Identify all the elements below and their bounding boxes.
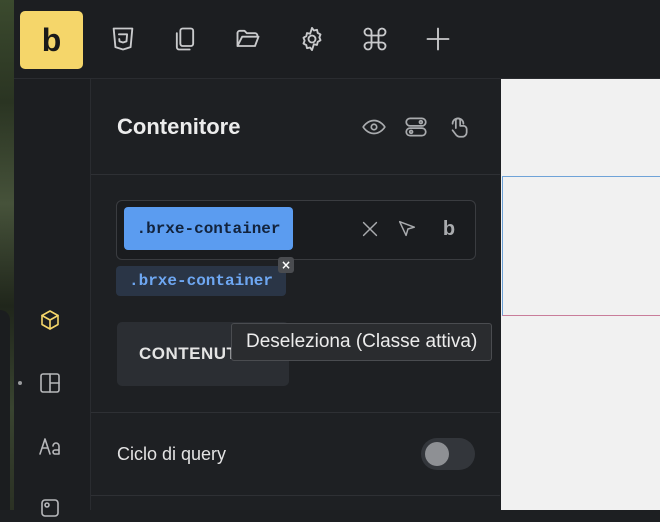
builder-logo-button[interactable]: b xyxy=(20,11,83,69)
cube-icon[interactable] xyxy=(36,306,64,334)
typography-icon[interactable] xyxy=(36,432,64,460)
layout-icon[interactable] xyxy=(36,369,64,397)
tooltip: Deseleziona (Classe attiva) xyxy=(231,323,493,361)
query-loop-label: Ciclo di query xyxy=(117,444,227,464)
close-icon[interactable] xyxy=(357,215,383,243)
eye-icon[interactable] xyxy=(359,112,389,142)
remove-class-icon[interactable]: × xyxy=(278,257,294,273)
touch-icon[interactable] xyxy=(443,112,473,142)
applied-class-chip[interactable]: .brxe-container xyxy=(116,266,286,296)
bricks-logo-icon[interactable]: b xyxy=(436,215,462,243)
css3-icon[interactable] xyxy=(106,22,140,56)
plus-icon[interactable] xyxy=(421,22,455,56)
active-indicator-dot xyxy=(18,381,22,385)
section-divider xyxy=(91,412,500,413)
selected-element-outline[interactable] xyxy=(502,176,660,316)
folder-icon[interactable] xyxy=(231,22,265,56)
toggle-settings-icon[interactable] xyxy=(401,112,431,142)
command-icon[interactable] xyxy=(358,22,392,56)
panel-title: Contenitore xyxy=(117,114,241,139)
toggle-knob xyxy=(425,442,449,466)
cursor-icon[interactable] xyxy=(394,215,420,243)
panel-divider xyxy=(91,174,500,175)
section-divider-bottom xyxy=(91,495,500,496)
copy-icon[interactable] xyxy=(168,22,202,56)
active-class-chip[interactable]: .brxe-container xyxy=(124,207,293,250)
gear-icon[interactable] xyxy=(295,22,329,56)
component-icon[interactable] xyxy=(36,494,64,522)
background-window-edge xyxy=(0,310,10,510)
